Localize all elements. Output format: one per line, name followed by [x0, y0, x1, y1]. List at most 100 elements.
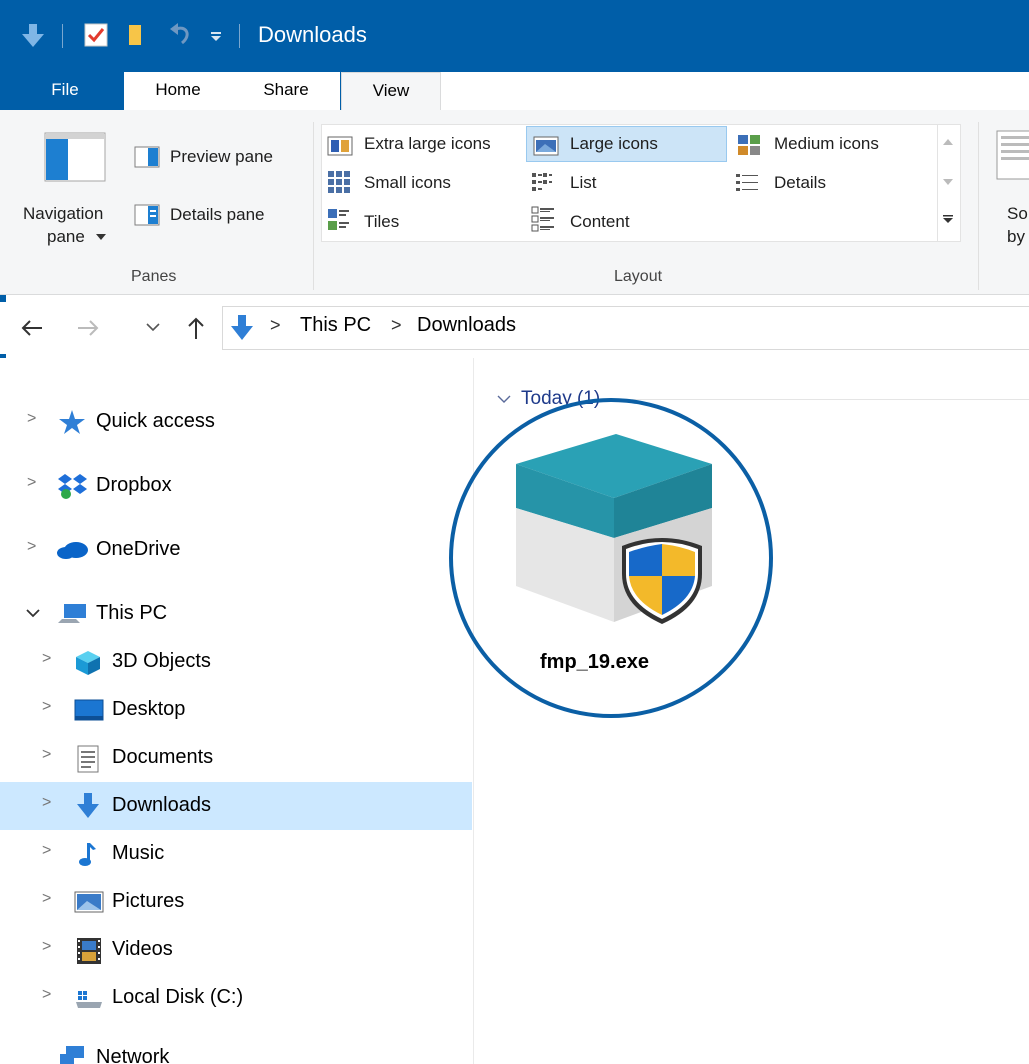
- customize-qat-chevron-icon[interactable]: [210, 30, 222, 42]
- nav-item-documents[interactable]: > Documents: [0, 736, 472, 780]
- nav-item-label: Downloads: [112, 794, 211, 816]
- nav-item-videos[interactable]: > Videos: [0, 928, 472, 972]
- downloads-location-icon: [231, 315, 253, 340]
- breadcrumb-downloads[interactable]: Downloads: [417, 314, 516, 337]
- tiles-option[interactable]: Tiles: [364, 212, 399, 232]
- nav-item-downloads[interactable]: > Downloads: [0, 782, 472, 830]
- pictures-icon: [74, 891, 104, 913]
- expand-chevron-icon[interactable]: >: [42, 650, 51, 668]
- expand-chevron-icon[interactable]: >: [27, 538, 36, 556]
- nav-item-dropbox[interactable]: > Dropbox: [0, 464, 472, 508]
- nav-item-label: Local Disk (C:): [112, 986, 244, 1008]
- qat-separator: [62, 24, 63, 48]
- title-bar: [0, 0, 1029, 70]
- tab-home[interactable]: Home: [124, 72, 232, 110]
- tab-strip-white-fill: [441, 72, 1029, 110]
- details-pane-icon[interactable]: [134, 204, 160, 226]
- expand-chevron-icon[interactable]: >: [27, 474, 36, 492]
- navigation-pane-dropdown-icon[interactable]: [96, 234, 106, 242]
- small-icons-option[interactable]: Small icons: [364, 173, 451, 193]
- details-option[interactable]: Details: [774, 173, 826, 193]
- star-icon: [59, 410, 85, 434]
- expand-chevron-icon[interactable]: >: [42, 986, 51, 1004]
- downloads-icon: [77, 793, 99, 818]
- forward-arrow-icon[interactable]: [76, 319, 100, 337]
- dropbox-icon: [58, 474, 87, 499]
- network-icon: [60, 1046, 84, 1064]
- extra-large-icons-option[interactable]: Extra large icons: [364, 134, 491, 154]
- nav-item-network[interactable]: Network: [0, 1040, 472, 1064]
- nav-item-3d-objects[interactable]: > 3D Objects: [0, 640, 472, 684]
- nav-item-label: Network: [96, 1046, 170, 1064]
- small-icons-icon: [328, 171, 350, 193]
- expand-chevron-icon[interactable]: >: [27, 410, 36, 428]
- large-icons-option[interactable]: Large icons: [570, 134, 658, 154]
- nav-item-desktop[interactable]: > Desktop: [0, 688, 472, 732]
- nav-item-label: Dropbox: [96, 474, 172, 496]
- medium-icons-icon: [738, 135, 760, 155]
- list-option[interactable]: List: [570, 173, 596, 193]
- extra-large-icons-icon: [327, 136, 353, 156]
- nav-item-label: Music: [112, 842, 165, 864]
- undo-icon[interactable]: [168, 23, 194, 47]
- breadcrumb-this-pc[interactable]: This PC: [300, 314, 371, 337]
- navigation-pane-icon[interactable]: [44, 132, 106, 182]
- highlight-ring: [449, 398, 773, 718]
- layout-group-separator: [978, 122, 979, 290]
- large-icons-icon: [533, 136, 559, 156]
- new-folder-icon[interactable]: [124, 23, 148, 47]
- details-pane-label[interactable]: Details pane: [170, 205, 265, 225]
- gallery-scroll-up-icon[interactable]: [943, 138, 953, 146]
- nav-item-label: Pictures: [112, 890, 185, 912]
- back-arrow-icon[interactable]: [20, 319, 44, 337]
- music-note-icon: [79, 843, 96, 866]
- nav-item-music[interactable]: > Music: [0, 832, 472, 876]
- nav-item-onedrive[interactable]: > OneDrive: [0, 528, 472, 572]
- nav-item-label: This PC: [96, 602, 168, 624]
- documents-icon: [77, 745, 99, 773]
- expand-chevron-icon[interactable]: >: [42, 890, 51, 908]
- medium-icons-option[interactable]: Medium icons: [774, 134, 879, 154]
- window-title: Downloads: [258, 22, 367, 47]
- tiles-icon: [328, 209, 349, 230]
- tab-share[interactable]: Share: [232, 72, 340, 110]
- group-collapse-chevron-icon[interactable]: [497, 394, 511, 404]
- layout-group-label: Layout: [614, 268, 663, 285]
- sort-by-label-line2[interactable]: by: [1007, 227, 1025, 247]
- sort-by-label[interactable]: So: [1007, 204, 1028, 224]
- 3d-objects-cube-icon: [76, 651, 100, 675]
- nav-item-this-pc[interactable]: This PC: [0, 592, 472, 636]
- tab-file[interactable]: File: [40, 72, 90, 110]
- expand-chevron-icon[interactable]: >: [42, 698, 51, 716]
- navigation-pane-label-line2[interactable]: pane: [47, 227, 85, 247]
- expand-chevron-icon[interactable]: >: [42, 794, 51, 812]
- breadcrumb-separator[interactable]: >: [270, 315, 281, 336]
- up-arrow-icon[interactable]: [187, 316, 205, 340]
- nav-item-pictures[interactable]: > Pictures: [0, 880, 472, 924]
- gallery-scroll-down-icon[interactable]: [943, 178, 953, 186]
- nav-item-label: Quick access: [96, 410, 215, 432]
- recent-locations-chevron-icon[interactable]: [146, 322, 160, 332]
- expand-chevron-icon[interactable]: >: [42, 842, 51, 860]
- tab-view[interactable]: View: [341, 72, 441, 110]
- computer-icon: [58, 604, 86, 623]
- nav-item-quick-access[interactable]: > Quick access: [0, 400, 472, 444]
- content-option[interactable]: Content: [570, 212, 630, 232]
- breadcrumb-separator-2[interactable]: >: [391, 315, 402, 336]
- nav-item-label: Desktop: [112, 698, 186, 720]
- panes-group-label: Panes: [131, 268, 177, 285]
- sort-by-icon[interactable]: [996, 130, 1029, 180]
- content-icon: [531, 206, 554, 232]
- navigation-pane-label[interactable]: Navigation: [23, 204, 103, 224]
- nav-item-local-disk[interactable]: > Local Disk (C:): [0, 976, 472, 1020]
- preview-pane-label[interactable]: Preview pane: [170, 147, 273, 167]
- downloads-down-arrow-icon[interactable]: [22, 24, 44, 48]
- expand-chevron-icon[interactable]: >: [42, 938, 51, 956]
- gallery-more-icon[interactable]: [943, 214, 953, 224]
- expand-chevron-icon[interactable]: >: [42, 746, 51, 764]
- onedrive-cloud-icon: [57, 542, 88, 559]
- collapse-chevron-icon[interactable]: [26, 608, 40, 618]
- preview-pane-icon[interactable]: [134, 146, 160, 168]
- properties-check-icon[interactable]: [84, 23, 108, 47]
- nav-item-label: Documents: [112, 746, 214, 768]
